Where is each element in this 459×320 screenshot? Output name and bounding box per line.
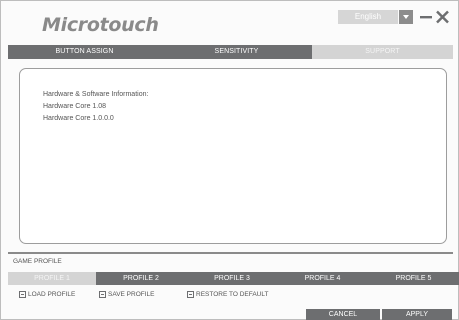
tab-button-assign[interactable]: BUTTON ASSIGN [8,45,161,59]
divider [8,252,453,254]
save-icon [99,290,106,298]
app-logo: Microtouch [42,14,159,36]
tab-profile-1[interactable]: PROFILE 1 [8,272,96,285]
game-profile-label: GAME PROFILE [13,258,62,265]
chevron-down-icon[interactable] [399,10,413,24]
load-icon [19,290,26,298]
close-icon[interactable] [435,9,450,25]
profile-tab-bar: PROFILE 1 PROFILE 2 PROFILE 3 PROFILE 4 … [8,272,459,285]
apply-button[interactable]: APPLY [382,309,452,320]
tab-profile-3[interactable]: PROFILE 3 [186,272,278,285]
restore-default-button[interactable]: RESTORE TO DEFAULT [187,289,268,299]
load-profile-label: LOAD PROFILE [28,290,76,298]
minimize-icon[interactable] [420,10,433,24]
tab-sensitivity[interactable]: SENSITIVITY [161,45,312,59]
firmware-version: Hardware Core 1.0.0.0 [43,115,114,122]
tab-profile-5[interactable]: PROFILE 5 [367,272,459,285]
app-window: Microtouch English BUTTON ASSIGN SENSITI… [0,0,459,320]
restore-default-label: RESTORE TO DEFAULT [196,290,269,298]
language-select[interactable]: English [338,10,398,24]
hardware-version: Hardware Core 1.08 [43,103,107,110]
save-profile-label: SAVE PROFILE [108,290,155,298]
restore-icon [187,290,194,298]
main-tab-bar: BUTTON ASSIGN SENSITIVITY SUPPORT [8,45,453,59]
tab-profile-2[interactable]: PROFILE 2 [96,272,186,285]
tab-support[interactable]: SUPPORT [312,45,453,59]
cancel-button[interactable]: CANCEL [306,309,380,320]
load-profile-button[interactable]: LOAD PROFILE [19,289,75,299]
save-profile-button[interactable]: SAVE PROFILE [99,289,154,299]
support-info-panel: Hardware & Software Information: Hardwar… [19,68,447,244]
tab-profile-4[interactable]: PROFILE 4 [278,272,367,285]
info-heading: Hardware & Software Information: [43,91,149,98]
